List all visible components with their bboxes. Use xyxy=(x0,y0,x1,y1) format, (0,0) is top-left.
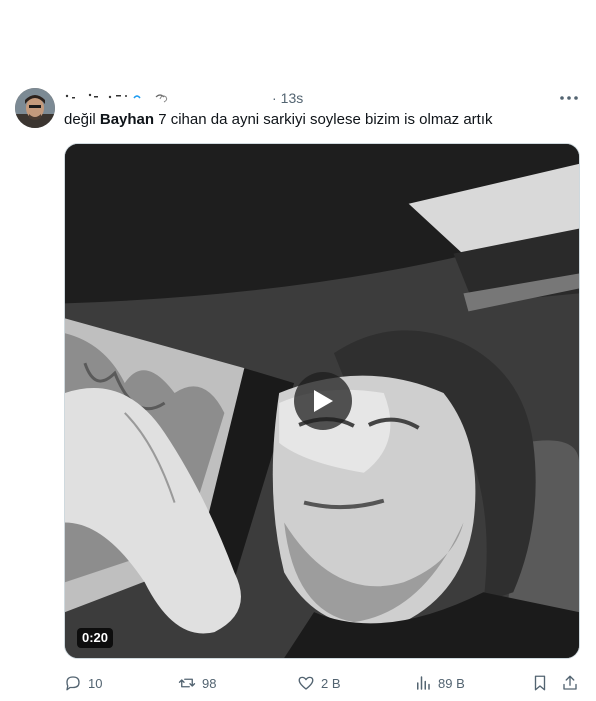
share-icon xyxy=(563,675,577,690)
repost-count: 98 xyxy=(202,675,217,691)
play-icon[interactable] xyxy=(294,372,352,430)
tweet: · 13s değil Bayhan 7 cihan da ayni sarki… xyxy=(0,0,596,701)
video-duration: 0:20 xyxy=(77,628,114,648)
repost-icon xyxy=(178,678,196,688)
reply-icon xyxy=(66,676,80,691)
video-player[interactable]: 0:20 xyxy=(64,143,580,659)
timestamp[interactable]: 13s xyxy=(281,90,304,106)
tweet-text: değil Bayhan 7 cihan da ayni sarkiyi soy… xyxy=(64,110,493,130)
tweet-text-bold: Bayhan xyxy=(99,111,155,128)
share-button[interactable] xyxy=(561,672,579,694)
reply-count: 10 xyxy=(88,675,103,691)
tweet-text-prefix: değil xyxy=(64,111,100,128)
obscured-username[interactable] xyxy=(64,91,264,105)
like-button[interactable]: 2 B xyxy=(297,672,341,694)
repost-button[interactable]: 98 xyxy=(178,672,216,694)
heart-icon xyxy=(298,676,314,690)
bookmark-button[interactable] xyxy=(531,672,549,694)
more-dots-icon[interactable] xyxy=(558,90,580,106)
avatar[interactable] xyxy=(15,88,55,128)
reply-button[interactable]: 10 xyxy=(64,672,102,694)
views-button[interactable]: 89 B xyxy=(414,672,465,694)
tweet-text-suffix: 7 cihan da ayni sarkiyi soylese bizim is… xyxy=(154,111,493,128)
bookmark-icon xyxy=(534,675,546,691)
like-count: 2 B xyxy=(321,675,341,691)
action-bar: 10 98 2 B 89 B xyxy=(64,672,584,694)
views-icon xyxy=(417,676,430,690)
views-count: 89 B xyxy=(438,675,465,691)
separator-dot: · xyxy=(272,90,277,106)
tweet-header: · 13s xyxy=(64,89,303,107)
